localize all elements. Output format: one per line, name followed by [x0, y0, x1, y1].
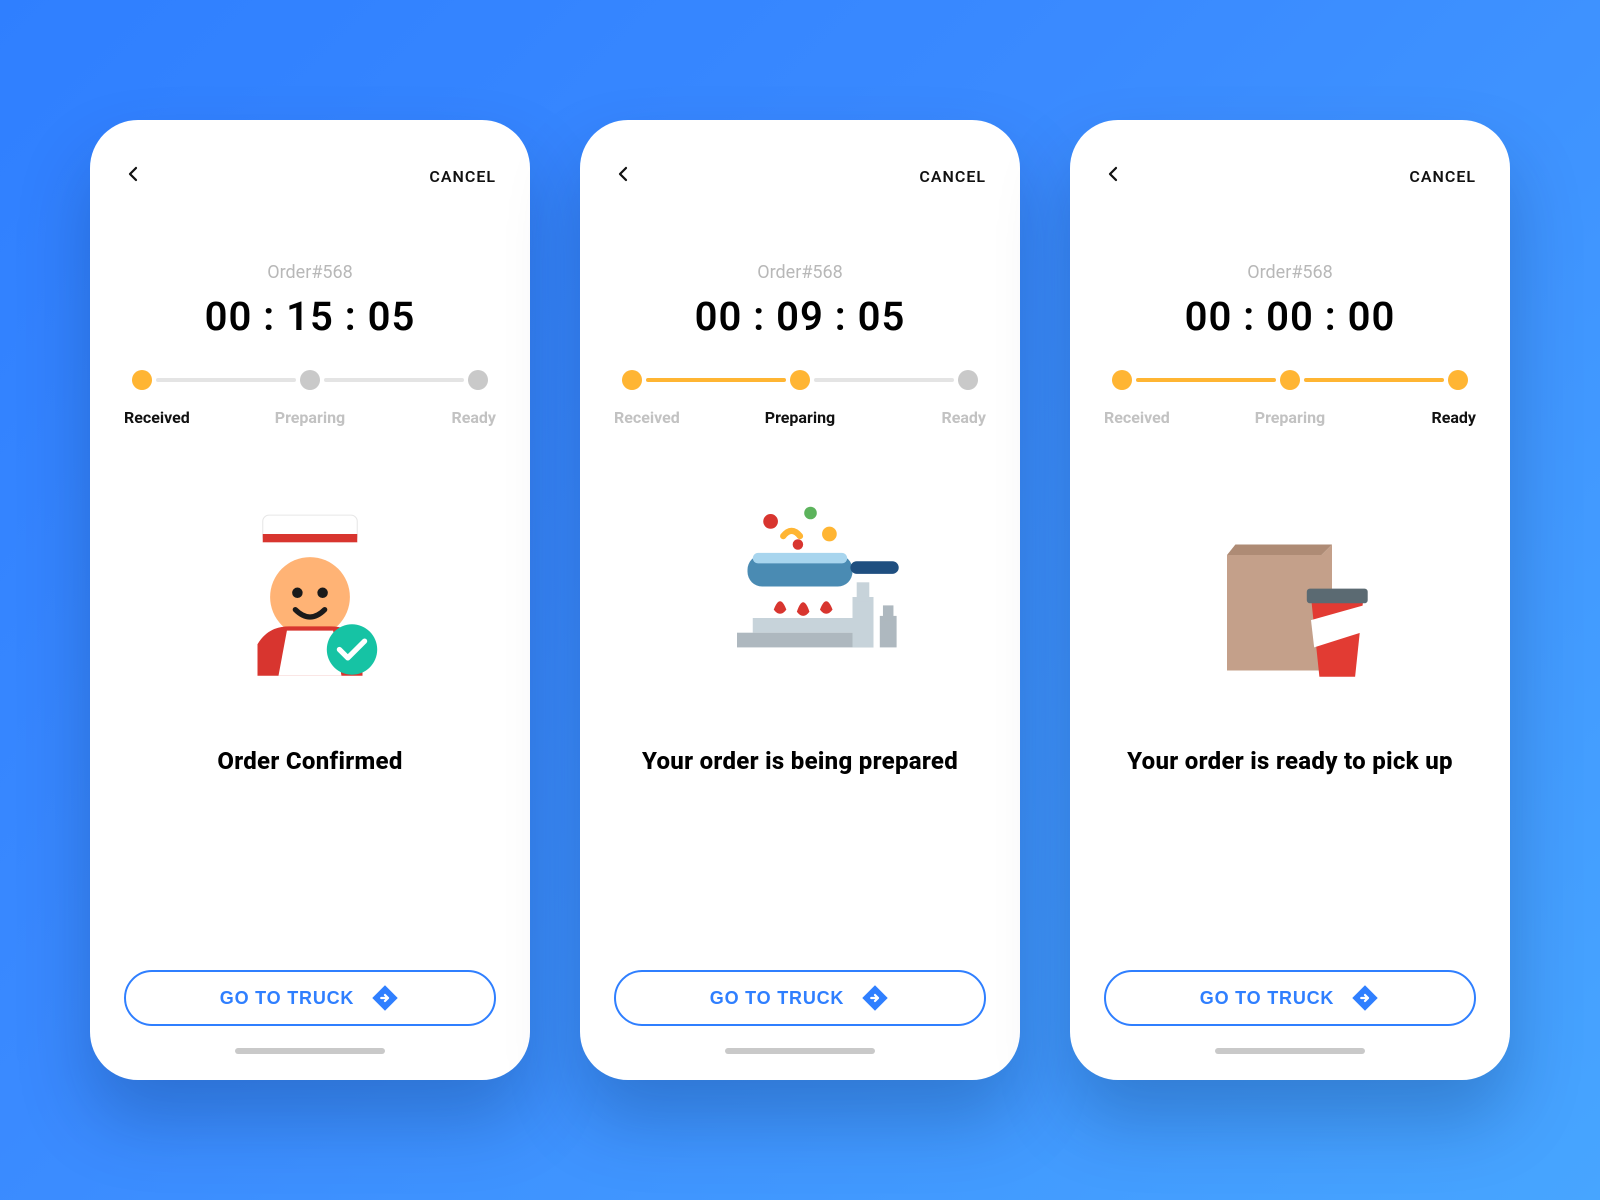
step-label-ready: Ready: [1352, 408, 1476, 427]
chef-icon: [124, 457, 496, 737]
status-title: Order Confirmed: [124, 747, 496, 775]
home-indicator: [1215, 1048, 1365, 1054]
step-dot-2: [1280, 370, 1300, 390]
directions-icon: [860, 983, 890, 1013]
step-label-ready: Ready: [372, 408, 496, 427]
step-dot-1: [132, 370, 152, 390]
step-dot-1: [622, 370, 642, 390]
step-label-preparing: Preparing: [1228, 408, 1352, 427]
step-labels: Received Preparing Ready: [614, 408, 986, 427]
step-bar-2: [1304, 378, 1444, 382]
step-label-received: Received: [614, 408, 738, 427]
go-to-truck-button[interactable]: GO TO TRUCK: [1104, 970, 1476, 1026]
step-dot-1: [1112, 370, 1132, 390]
step-label-received: Received: [124, 408, 248, 427]
cancel-button[interactable]: CANCEL: [1409, 167, 1476, 186]
home-indicator: [235, 1048, 385, 1054]
status-title: Your order is being prepared: [614, 747, 986, 775]
back-icon[interactable]: [1104, 160, 1122, 192]
step-bar-1: [1136, 378, 1276, 382]
step-bar-2: [324, 378, 464, 382]
step-labels: Received Preparing Ready: [124, 408, 496, 427]
progress-steps: [132, 370, 488, 390]
step-bar-2: [814, 378, 954, 382]
countdown-timer: 00 : 15 : 05: [124, 293, 496, 340]
order-number: Order#568: [124, 262, 496, 283]
screen-preparing: CANCEL Order#568 00 : 09 : 05 Received P…: [580, 120, 1020, 1080]
header: CANCEL: [1104, 160, 1476, 192]
screen-received: CANCEL Order#568 00 : 15 : 05 Received P…: [90, 120, 530, 1080]
back-icon[interactable]: [124, 160, 142, 192]
status-title: Your order is ready to pick up: [1104, 747, 1476, 775]
progress-steps: [622, 370, 978, 390]
header: CANCEL: [124, 160, 496, 192]
home-indicator: [725, 1048, 875, 1054]
bag-cup-icon: [1104, 457, 1476, 737]
step-labels: Received Preparing Ready: [1104, 408, 1476, 427]
step-dot-2: [790, 370, 810, 390]
directions-icon: [370, 983, 400, 1013]
order-number: Order#568: [1104, 262, 1476, 283]
back-icon[interactable]: [614, 160, 632, 192]
go-to-truck-button[interactable]: GO TO TRUCK: [614, 970, 986, 1026]
countdown-timer: 00 : 09 : 05: [614, 293, 986, 340]
cta-label: GO TO TRUCK: [1200, 988, 1334, 1009]
step-label-preparing: Preparing: [248, 408, 372, 427]
step-dot-3: [958, 370, 978, 390]
step-label-ready: Ready: [862, 408, 986, 427]
progress-steps: [1112, 370, 1468, 390]
cancel-button[interactable]: CANCEL: [429, 167, 496, 186]
step-bar-1: [646, 378, 786, 382]
order-number: Order#568: [614, 262, 986, 283]
step-dot-2: [300, 370, 320, 390]
cooking-icon: [614, 457, 986, 737]
cta-label: GO TO TRUCK: [710, 988, 844, 1009]
countdown-timer: 00 : 00 : 00: [1104, 293, 1476, 340]
go-to-truck-button[interactable]: GO TO TRUCK: [124, 970, 496, 1026]
directions-icon: [1350, 983, 1380, 1013]
cta-label: GO TO TRUCK: [220, 988, 354, 1009]
step-label-received: Received: [1104, 408, 1228, 427]
step-dot-3: [1448, 370, 1468, 390]
header: CANCEL: [614, 160, 986, 192]
cancel-button[interactable]: CANCEL: [919, 167, 986, 186]
screen-ready: CANCEL Order#568 00 : 00 : 00 Received P…: [1070, 120, 1510, 1080]
step-label-preparing: Preparing: [738, 408, 862, 427]
step-dot-3: [468, 370, 488, 390]
step-bar-1: [156, 378, 296, 382]
